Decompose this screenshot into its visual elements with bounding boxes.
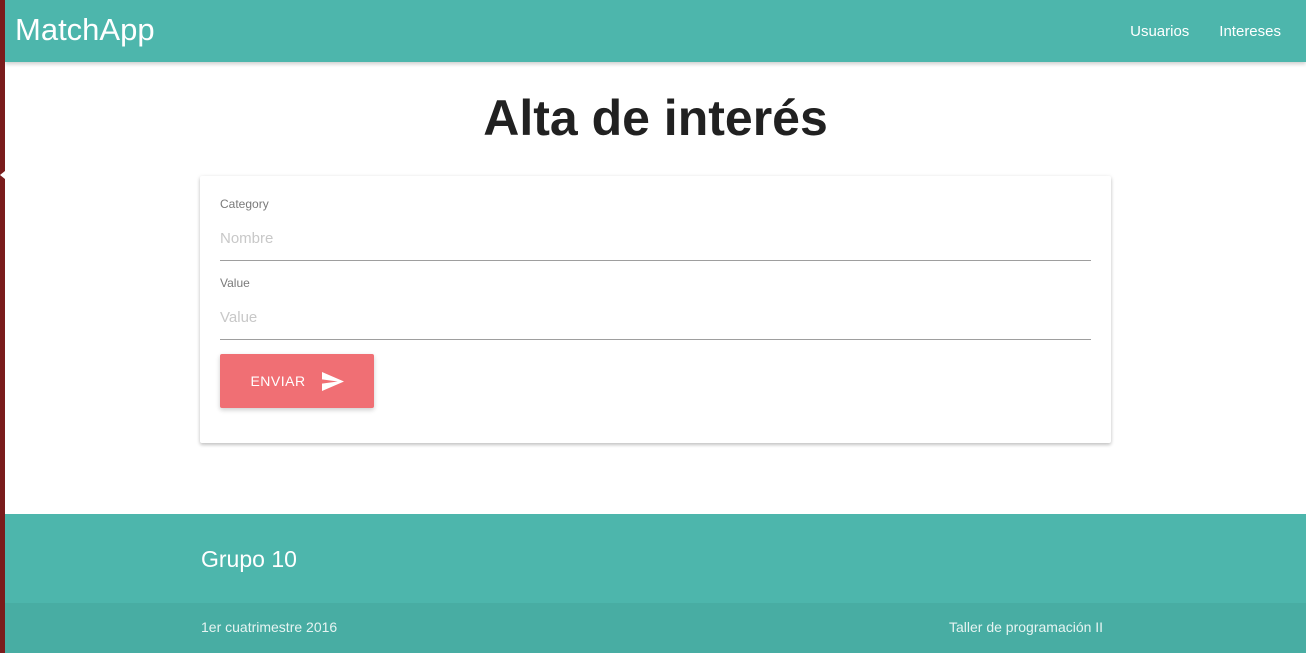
submit-button[interactable]: ENVIAR — [220, 354, 374, 408]
footer-title: Grupo 10 — [201, 546, 297, 572]
page: MatchApp Usuarios Intereses Alta de inte… — [0, 0, 1306, 653]
page-title: Alta de interés — [483, 90, 828, 146]
form-card: Category Value ENVIAR — [200, 176, 1111, 443]
value-label: Value — [220, 276, 250, 290]
top-navbar: MatchApp Usuarios Intereses — [5, 0, 1306, 62]
collapse-arrow-icon[interactable] — [0, 171, 5, 179]
page-footer: Grupo 10 1er cuatrimestre 2016 Taller de… — [5, 514, 1306, 653]
send-icon — [321, 371, 344, 391]
value-input[interactable] — [220, 296, 1091, 340]
nav-link-usuarios[interactable]: Usuarios — [1115, 23, 1204, 40]
nav-links: Usuarios Intereses — [1115, 0, 1296, 62]
footer-course: Taller de programación II — [949, 619, 1104, 635]
footer-bottom-bar: 1er cuatrimestre 2016 Taller de programa… — [5, 603, 1306, 653]
category-label: Category — [220, 197, 269, 211]
brand-logo[interactable]: MatchApp — [15, 11, 155, 49]
footer-term: 1er cuatrimestre 2016 — [201, 619, 338, 635]
submit-button-label: ENVIAR — [250, 373, 306, 389]
left-edge-strip — [0, 0, 5, 653]
nav-link-intereses[interactable]: Intereses — [1204, 23, 1296, 40]
category-input[interactable] — [220, 217, 1091, 261]
